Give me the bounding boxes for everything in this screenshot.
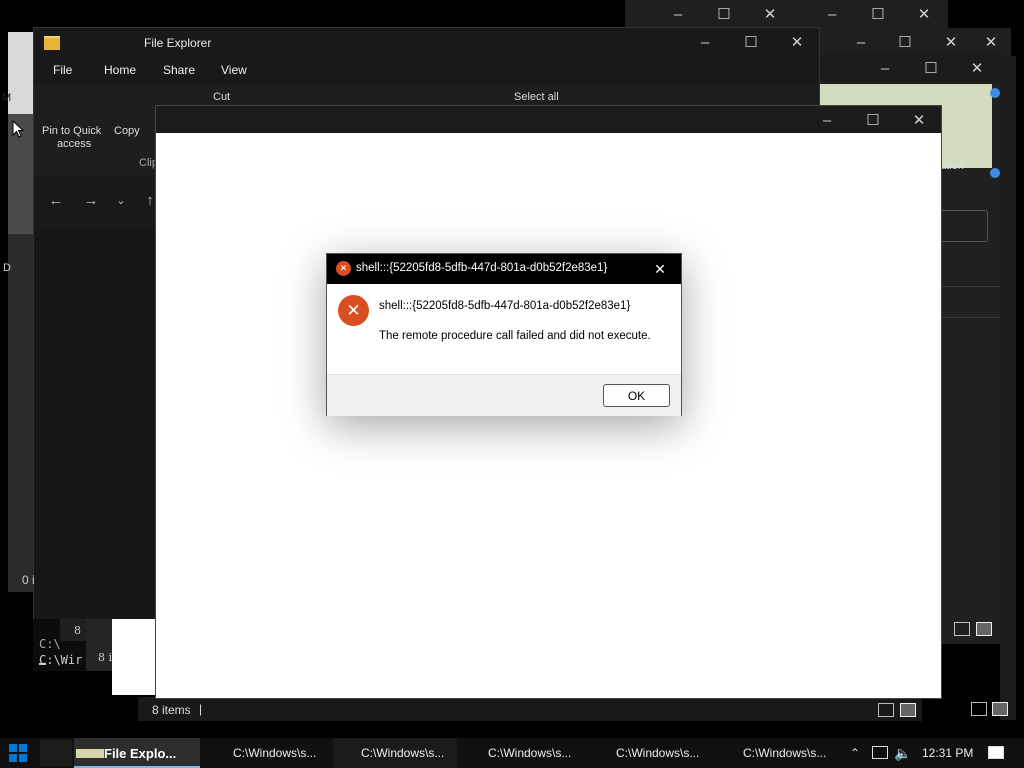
- close-icon[interactable]: ✕: [954, 54, 1000, 82]
- close-icon[interactable]: ✕: [968, 28, 1014, 56]
- mouse-cursor-icon: [12, 120, 24, 138]
- dialog-footer: OK: [327, 374, 681, 416]
- status-item-count: 8 items: [152, 703, 191, 717]
- explorer-titlebar: File Explorer – ☐ ✕: [34, 28, 819, 56]
- minimize-icon[interactable]: –: [682, 28, 728, 56]
- minimize-icon[interactable]: –: [862, 54, 908, 82]
- chevron-up-icon[interactable]: ⌃: [846, 745, 864, 761]
- back-window-titlebar-2: – ☐ ✕: [793, 0, 948, 28]
- dialog-titlebar: ✕ shell:::{52205fd8-5dfb-447d-801a-d0b52…: [327, 254, 681, 284]
- copy-button[interactable]: Copy: [114, 125, 140, 137]
- maximize-icon[interactable]: ☐: [701, 0, 747, 28]
- minimize-icon[interactable]: –: [809, 0, 855, 28]
- action-center-icon[interactable]: [988, 746, 1004, 759]
- right-window-edge: [990, 56, 1016, 720]
- taskbar-item-cmd-5[interactable]: C:\Windows\s...: [715, 738, 839, 768]
- taskbar-search-area[interactable]: [40, 740, 72, 766]
- taskbar-item-file-explorer[interactable]: File Explo...: [74, 738, 200, 768]
- taskbar-item-cmd-3[interactable]: C:\Windows\s...: [460, 738, 584, 768]
- error-icon: ✕: [338, 295, 369, 326]
- taskbar-item-cmd-4[interactable]: C:\Windows\s...: [588, 738, 712, 768]
- taskbar-item-label: C:\Windows\s...: [488, 746, 572, 760]
- minimize-icon[interactable]: –: [838, 28, 884, 56]
- terminal-tab-2: 8 i: [86, 619, 112, 671]
- error-dialog: ✕ shell:::{52205fd8-5dfb-447d-801a-d0b52…: [326, 253, 682, 416]
- pin-quick-access-label-2[interactable]: access: [57, 138, 91, 150]
- large-icons-view-icon[interactable]: [976, 622, 992, 636]
- status-separator: |: [199, 702, 203, 716]
- explorer-title: File Explorer: [144, 36, 212, 50]
- ok-button-label: OK: [627, 388, 646, 403]
- maximize-icon[interactable]: ☐: [908, 54, 954, 82]
- white-window-edge: [112, 619, 156, 695]
- close-icon[interactable]: ✕: [645, 256, 675, 282]
- maximize-icon[interactable]: ☐: [855, 0, 901, 28]
- forward-arrow-icon[interactable]: →: [81, 190, 101, 210]
- maximize-icon[interactable]: ☐: [850, 106, 896, 134]
- details-view-icon[interactable]: [954, 622, 970, 636]
- large-icons-view-icon[interactable]: [900, 703, 916, 717]
- back-window-titlebar-3: – ☐ ✕ ✕: [818, 28, 1011, 56]
- right-window-partial-text: ation: [940, 160, 964, 172]
- chevron-down-icon[interactable]: ⌄: [112, 190, 130, 210]
- folder-icon: [44, 36, 60, 50]
- back-arrow-icon[interactable]: ←: [46, 190, 66, 210]
- taskbar-item-label: File Explo...: [104, 746, 177, 761]
- right-window-field[interactable]: [940, 210, 988, 242]
- terminal-count-2: 8 i: [98, 651, 113, 664]
- right-window-titlebar: – ☐ ✕: [818, 54, 1000, 82]
- minimize-icon[interactable]: –: [804, 106, 850, 134]
- cut-button[interactable]: Cut: [213, 91, 230, 103]
- dialog-message: The remote procedure call failed and did…: [379, 330, 651, 342]
- close-icon[interactable]: ✕: [896, 106, 942, 134]
- taskbar-item-cmd-2[interactable]: C:\Windows\s...: [333, 738, 457, 768]
- explorer-taskbar-icon: [76, 749, 104, 758]
- dialog-title: shell:::{52205fd8-5dfb-447d-801a-d0b52f2…: [356, 262, 608, 274]
- error-icon-small: ✕: [336, 261, 351, 276]
- volume-icon[interactable]: 🔈: [894, 744, 912, 762]
- back-window-letter: M: [2, 92, 12, 104]
- maximize-icon[interactable]: ☐: [882, 28, 928, 56]
- taskbar-item-cmd-1[interactable]: C:\Windows\s...: [205, 738, 329, 768]
- details-view-icon[interactable]: [878, 703, 894, 717]
- windows-logo-icon: [9, 744, 27, 762]
- close-icon[interactable]: ✕: [774, 28, 820, 56]
- back-explorer-statusbar: 8 items |: [138, 697, 922, 721]
- taskbar-item-label: C:\Windows\s...: [233, 746, 317, 760]
- large-icons-view-icon[interactable]: [992, 702, 1008, 716]
- right-window-field-2[interactable]: [940, 286, 1002, 318]
- left-edge-letter: D: [3, 262, 11, 274]
- taskbar-item-label: C:\Windows\s...: [743, 746, 827, 760]
- taskbar: File Explo... C:\Windows\s... C:\Windows…: [0, 738, 1024, 768]
- tab-file[interactable]: File: [53, 63, 72, 77]
- start-button[interactable]: [0, 738, 36, 768]
- close-icon[interactable]: ✕: [901, 0, 947, 28]
- dialog-heading: shell:::{52205fd8-5dfb-447d-801a-d0b52f2…: [379, 300, 631, 312]
- maximize-icon[interactable]: ☐: [728, 28, 774, 56]
- minimize-icon[interactable]: –: [655, 0, 701, 28]
- terminal-line: C:\: [39, 637, 61, 651]
- select-all-button[interactable]: Select all: [514, 91, 559, 103]
- close-icon[interactable]: ✕: [747, 0, 793, 28]
- terminal-tab: 8: [60, 619, 86, 641]
- network-icon[interactable]: [872, 746, 888, 759]
- back-window-titlebar: – ☐ ✕: [625, 0, 793, 28]
- terminal-count: 8: [74, 624, 81, 637]
- front-window-titlebar: – ☐ ✕: [156, 106, 941, 133]
- tab-view[interactable]: View: [221, 63, 247, 77]
- ok-button[interactable]: OK: [603, 384, 670, 407]
- terminal-cursor: [39, 663, 46, 665]
- details-view-icon[interactable]: [971, 702, 987, 716]
- clock[interactable]: 12:31 PM: [922, 746, 973, 760]
- tab-home[interactable]: Home: [104, 63, 136, 77]
- tab-share[interactable]: Share: [163, 63, 195, 77]
- pin-quick-access-label[interactable]: Pin to Quick: [42, 125, 101, 137]
- taskbar-item-label: C:\Windows\s...: [361, 746, 445, 760]
- taskbar-item-label: C:\Windows\s...: [616, 746, 700, 760]
- item-count-back: 0 i: [22, 573, 35, 587]
